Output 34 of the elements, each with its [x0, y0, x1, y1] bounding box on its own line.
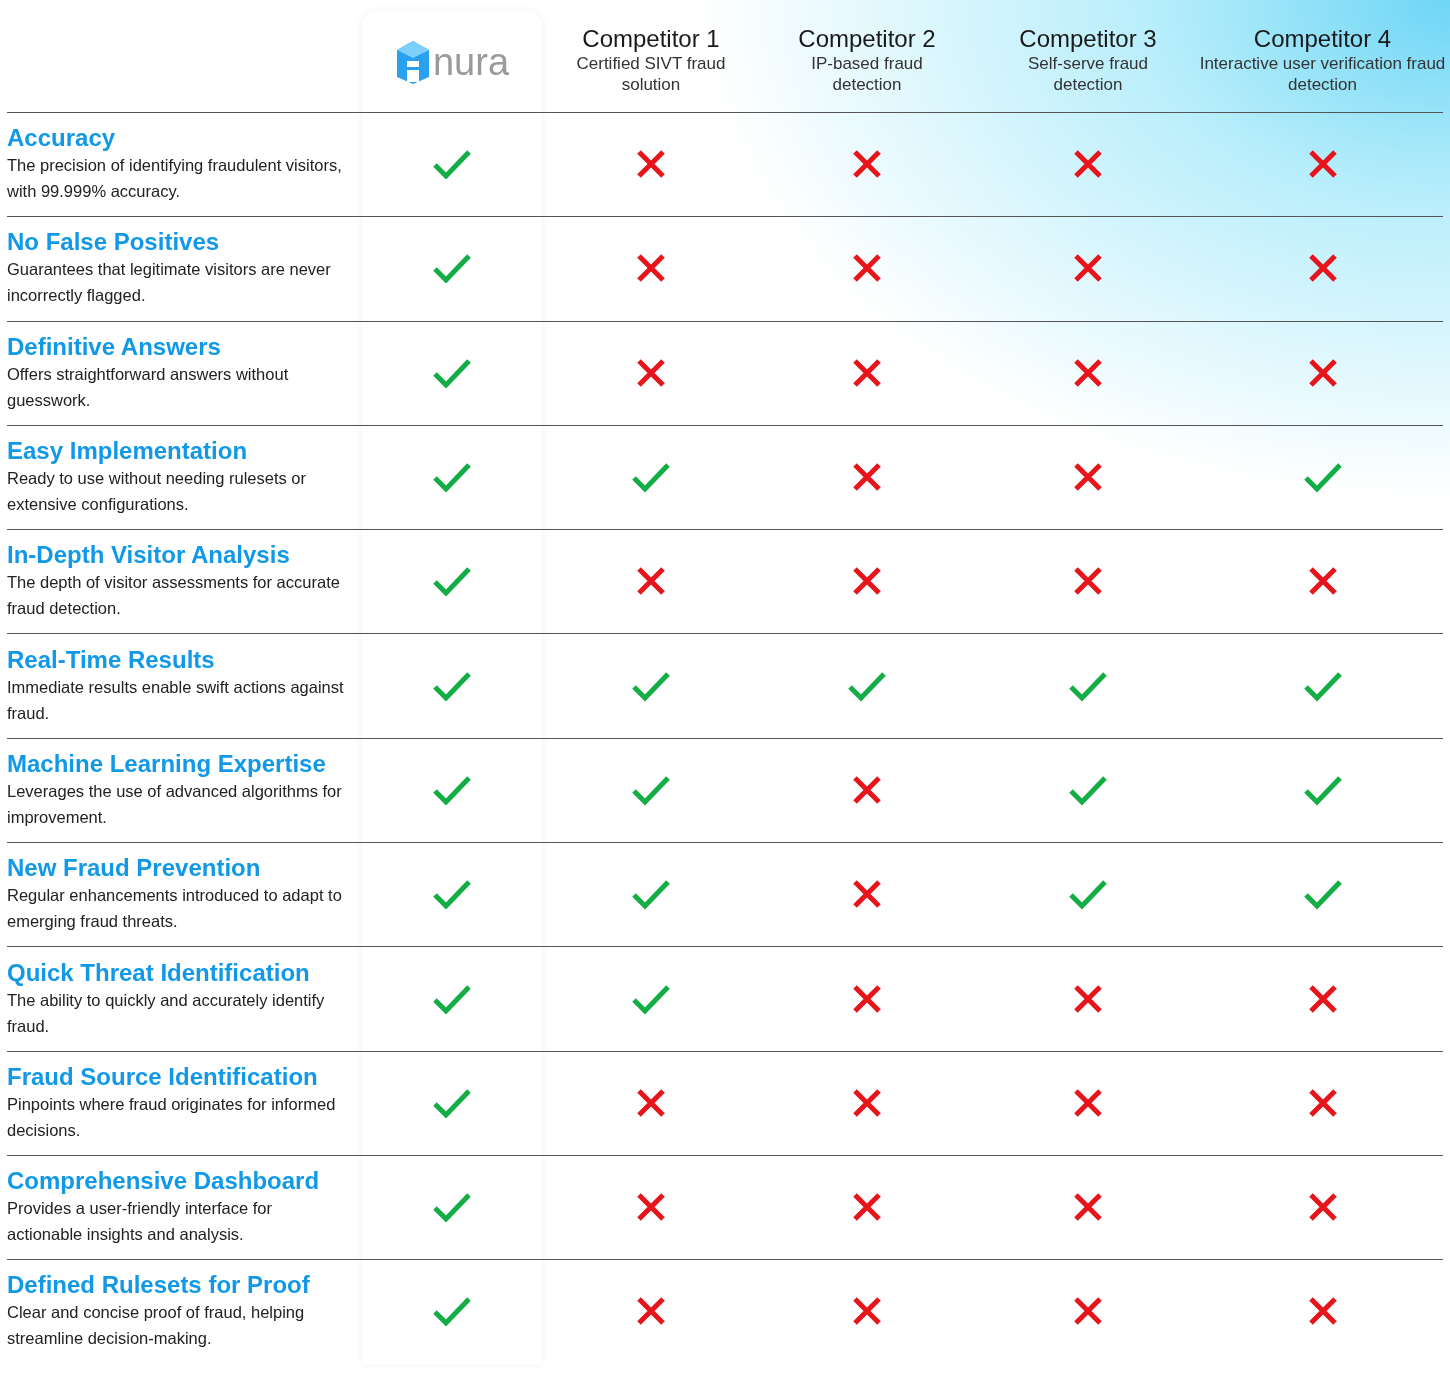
feature-title: Definitive Answers	[7, 332, 222, 361]
feature-title: Accuracy	[7, 124, 117, 153]
competitor-name: Competitor 3	[1019, 25, 1157, 53]
logo-text: nura	[432, 42, 510, 81]
competitor-name: Competitor 4	[1253, 25, 1392, 53]
feature-description: Immediate results enable swift actions against fraud.	[7, 676, 345, 724]
feature-description: The precision of identifying fraudulent visitors, with 99.999% accuracy.	[7, 155, 343, 203]
feature-description: The depth of visitor assessments for accurate fraud detection.	[7, 572, 341, 620]
feature-title: New Fraud Prevention	[7, 854, 262, 883]
feature-description: Leverages the use of advanced algorithms for improvement.	[7, 780, 343, 828]
competitor-subtitle: Self-serve fraud detection	[1027, 53, 1149, 95]
feature-title: Real-Time Results	[7, 645, 216, 674]
feature-title: Comprehensive Dashboard	[7, 1167, 321, 1196]
feature-title: No False Positives	[7, 228, 221, 257]
feature-title: Defined Rulesets for Proof	[7, 1271, 311, 1300]
competitor-name: Competitor 2	[798, 25, 936, 53]
feature-title: Quick Threat Identification	[7, 958, 311, 987]
feature-description: Clear and concise proof of fraud, helping streamline decision-making.	[7, 1302, 306, 1350]
feature-description: Provides a user-friendly interface for actionable insights and analysis.	[7, 1198, 274, 1246]
feature-description: Pinpoints where fraud originates for informed decisions.	[7, 1093, 337, 1141]
feature-title: Easy Implementation	[7, 437, 249, 466]
competitor-subtitle: IP-based fraud detection	[810, 53, 924, 95]
competitor-name: Competitor 1	[582, 25, 720, 53]
feature-description: Offers straightforward answers without guesswork.	[7, 363, 290, 411]
feature-title: Machine Learning Expertise	[7, 749, 327, 778]
competitor-subtitle: Interactive user verification fraud detection	[1198, 53, 1447, 95]
feature-description: Ready to use without needing rulesets or extensive configurations.	[7, 468, 307, 516]
feature-description: The ability to quickly and accurately identify fraud.	[7, 989, 326, 1037]
feature-description: Regular enhancements introduced to adapt to emerging fraud threats.	[7, 885, 343, 933]
feature-title: In-Depth Visitor Analysis	[7, 541, 291, 570]
competitor-subtitle: Certified SIVT fraud solution	[576, 53, 726, 95]
logo-icon	[394, 38, 431, 85]
feature-description: Guarantees that legitimate visitors are never incorrectly flagged.	[7, 259, 332, 307]
feature-title: Fraud Source Identification	[7, 1062, 319, 1091]
